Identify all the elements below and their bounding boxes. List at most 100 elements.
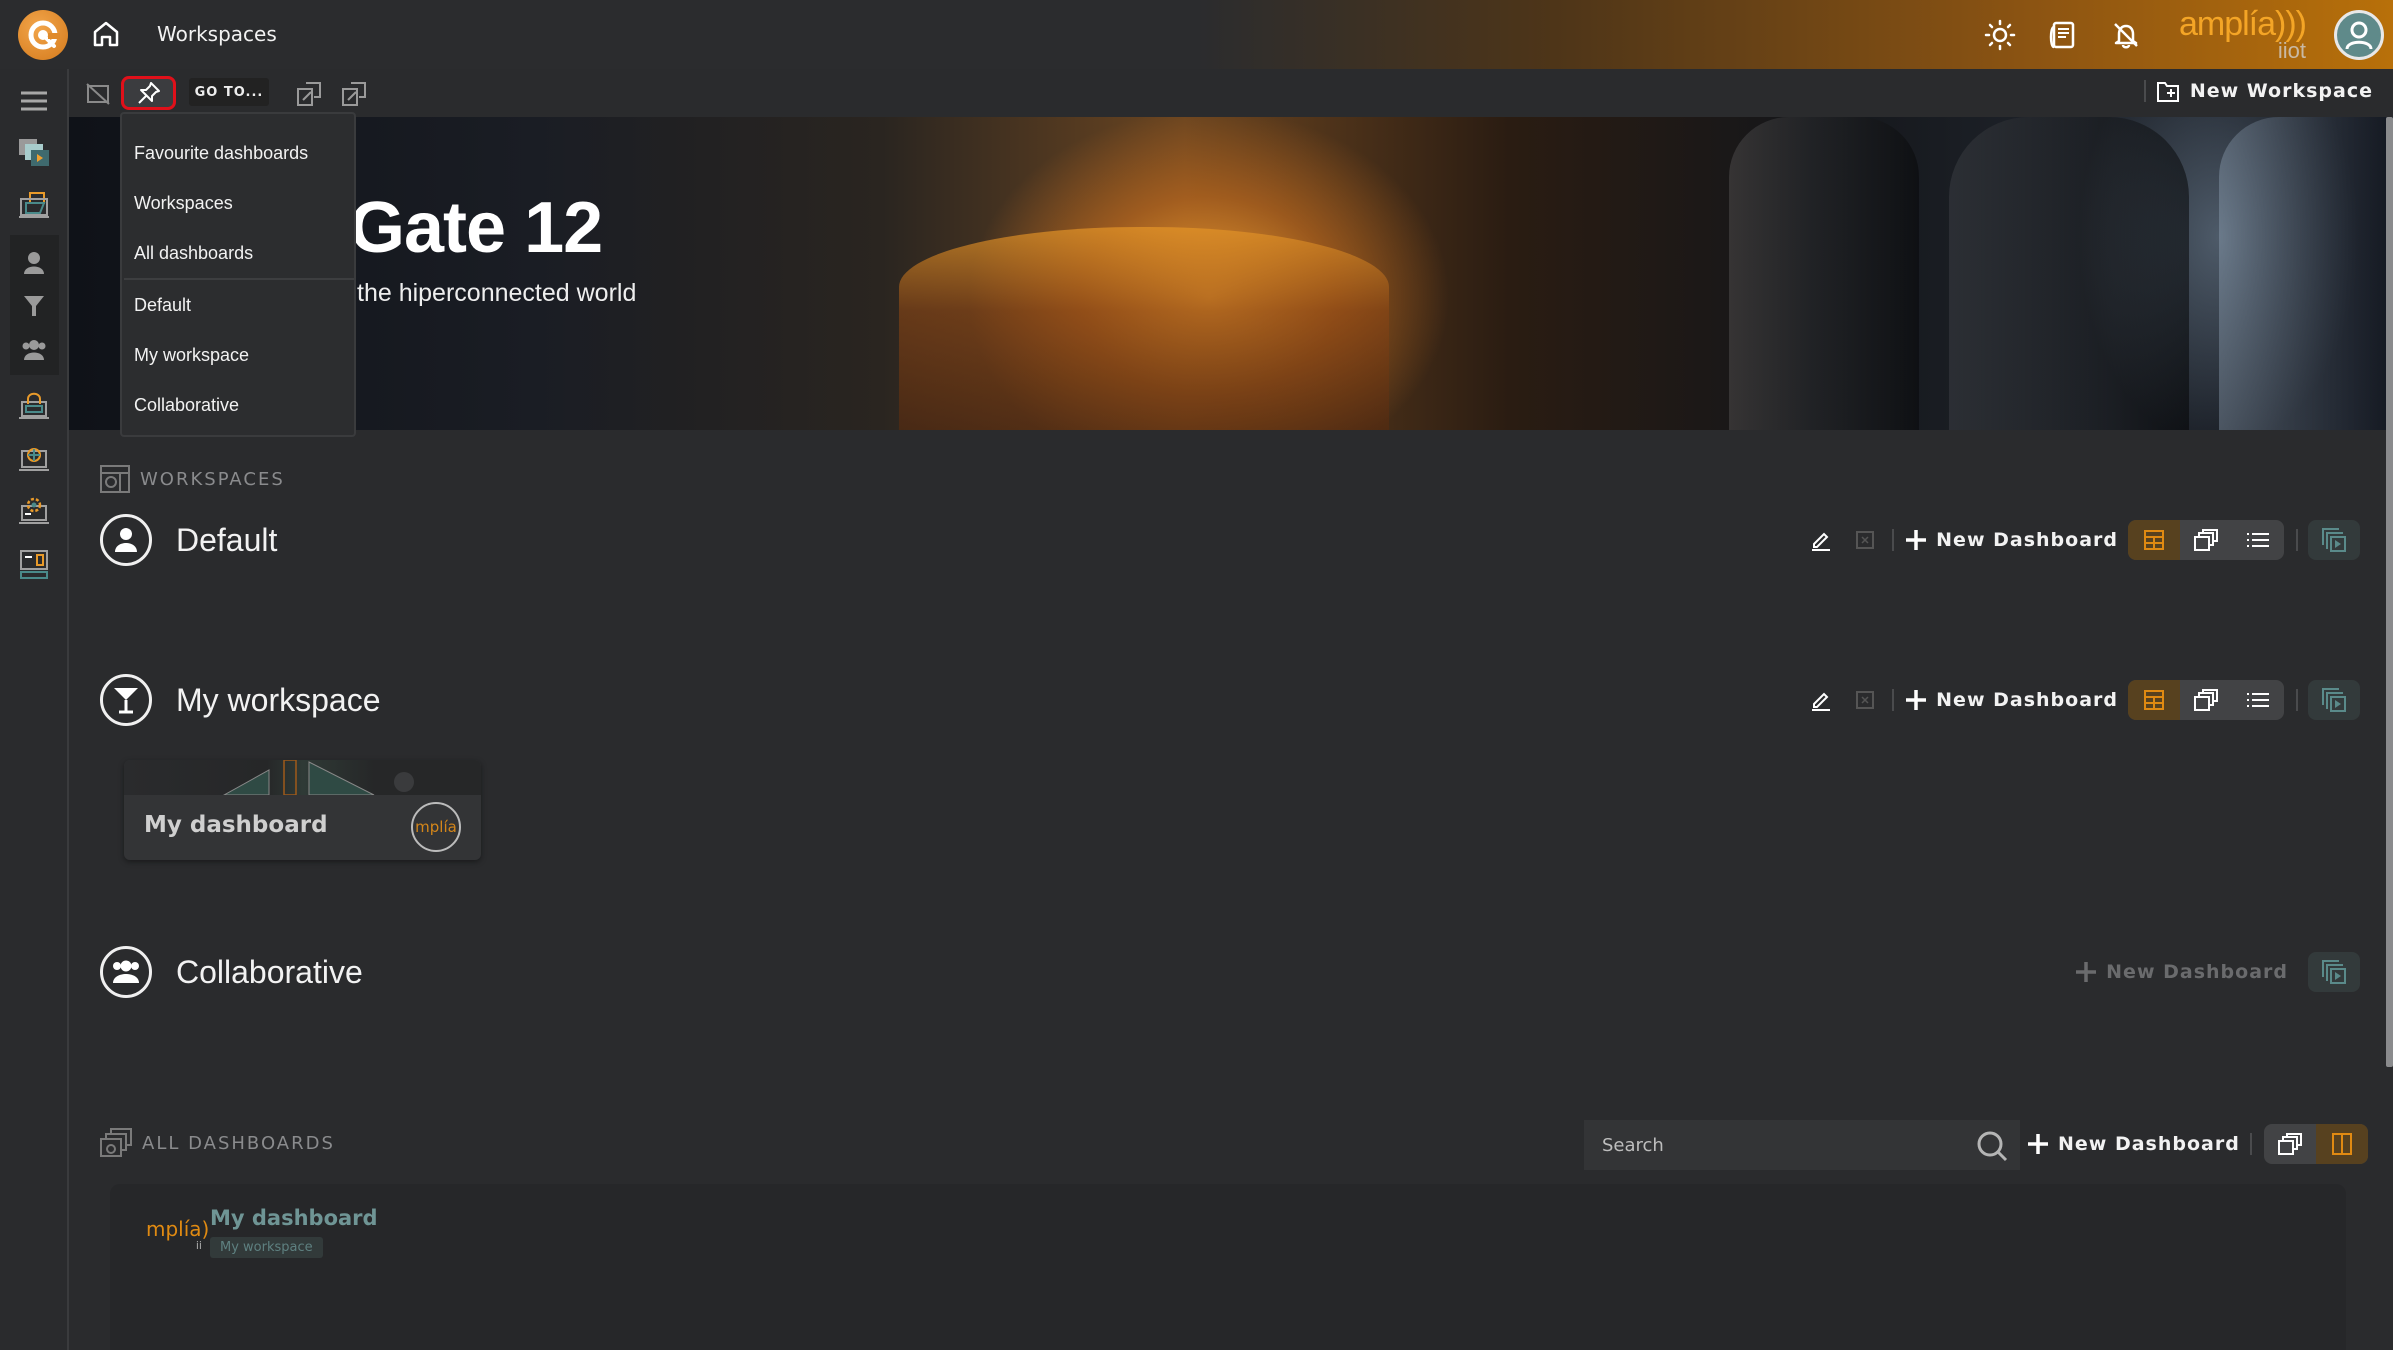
divider [2296,689,2298,711]
all-dashboards-list: mplía) ii My dashboard My workspace [110,1184,2346,1350]
dashboard-list-title[interactable]: My dashboard [210,1206,378,1230]
pin-goto-button[interactable] [121,76,176,110]
user-icon[interactable] [16,245,52,281]
workspace-my-workspace: My workspace New Dashboard [100,674,2360,730]
all-dashboards-icon [100,1128,132,1157]
user-icon [2345,21,2373,50]
filter-icon[interactable] [16,288,52,324]
new-workspace-label: New Workspace [2189,80,2373,102]
user-icon [100,514,152,566]
device-icon[interactable] [16,546,52,582]
dashboard-search [1584,1120,2020,1170]
dashboards-folder-icon[interactable] [16,188,52,224]
export-icon[interactable] [294,79,324,109]
goto-tooltip: GO TO... [189,78,269,106]
menu-item-favourite-dashboards[interactable]: Favourite dashboards [122,128,354,178]
workspace-title: Collaborative [176,954,363,990]
user-avatar[interactable] [2334,10,2384,60]
presentations-icon[interactable] [16,135,52,171]
workspace-title: Default [176,522,278,558]
all-dashboards-section-header: ALL DASHBOARDS [100,1128,335,1158]
grid-view-icon[interactable] [2128,520,2180,560]
cards-view-icon[interactable] [2180,520,2232,560]
list-view-icon[interactable] [2232,680,2284,720]
app-logo-icon[interactable] [18,10,68,60]
workspace-actions: New Dashboard [1804,676,2360,724]
all-dashboards-actions: New Dashboard [2026,1124,2380,1164]
workspace-collaborative: Collaborative New Dashboard [100,946,2360,1002]
documentation-icon[interactable] [2047,19,2079,51]
settings-icon[interactable] [16,493,52,529]
left-sidebar [0,69,69,1350]
delete-icon[interactable] [1848,683,1882,717]
divider [2143,80,2146,102]
workspace-toolbar: GO TO... New Workspace [69,69,2393,117]
menu-item-my-workspace[interactable]: My workspace [122,330,354,380]
new-dashboard-label: New Dashboard [1936,689,2118,711]
presentation-icon[interactable] [2308,520,2360,560]
new-workspace-button[interactable]: New Workspace [2143,79,2373,103]
search-icon[interactable] [1976,1130,2008,1162]
banner-decoration [1949,117,2189,430]
workspaces-section-header: WORKSPACES [100,465,285,493]
menu-icon[interactable] [16,83,52,119]
divider [2249,1133,2252,1155]
new-dashboard-button[interactable]: New Dashboard [2026,1132,2240,1156]
home-icon[interactable] [90,18,122,50]
plus-icon [2076,962,2097,982]
new-dashboard-button[interactable]: New Dashboard [1904,688,2118,712]
menu-item-workspaces[interactable]: Workspaces [122,178,354,228]
banner-decoration [1729,117,1919,430]
new-dashboard-button[interactable]: New Dashboard [2074,960,2288,984]
dashboard-card[interactable]: My dashboard mplía [124,760,481,860]
dashboard-logo: mplía [411,802,461,852]
grid-view-icon[interactable] [2128,680,2180,720]
import-icon[interactable] [339,79,369,109]
plus-icon [1906,530,1927,550]
dashboard-thumbnail [124,760,481,795]
menu-item-all-dashboards[interactable]: All dashboards [122,228,354,278]
security-icon[interactable] [16,387,52,423]
workspaces-icon [100,465,130,493]
divider [1892,689,1895,711]
list-view-icon[interactable] [2232,520,2284,560]
new-dashboard-label: New Dashboard [1936,529,2118,551]
presentation-icon[interactable] [2308,680,2360,720]
page-title: Workspaces [157,22,277,46]
divider [1892,529,1895,551]
new-folder-icon [2156,82,2179,102]
columns-view-icon[interactable] [2315,1124,2368,1164]
workspace-actions: New Dashboard [1804,516,2360,564]
page-scrollbar[interactable] [2386,117,2393,1067]
menu-item-default[interactable]: Default [122,280,354,330]
edit-icon[interactable] [1804,683,1838,717]
edit-icon[interactable] [1804,523,1838,557]
brand-logo: amplía))) iiot [2176,4,2307,62]
monitoring-icon[interactable] [16,440,52,476]
dashboard-logo-sub: ii [195,1239,202,1252]
cards-view-icon[interactable] [2264,1124,2316,1164]
notifications-off-icon[interactable] [2110,19,2142,51]
workspace-actions: New Dashboard [2064,948,2360,996]
view-mode-toggle [2128,520,2284,560]
cards-view-icon[interactable] [2180,680,2232,720]
new-dashboard-button[interactable]: New Dashboard [1904,528,2118,552]
hide-banner-icon[interactable] [83,79,113,109]
group-icon[interactable] [16,332,52,368]
all-dashboards-section-label: ALL DASHBOARDS [142,1132,335,1154]
menu-item-collaborative[interactable]: Collaborative [122,380,354,430]
workspace-badge: My workspace [210,1237,323,1258]
theme-sun-icon[interactable] [1984,19,2016,51]
banner-decoration [899,227,1389,430]
top-bar: Workspaces amplía))) iiot [0,0,2393,69]
goto-menu: Favourite dashboards Workspaces All dash… [120,112,356,437]
delete-icon[interactable] [1848,523,1882,557]
divider [2296,529,2298,551]
search-input[interactable] [1602,1120,1972,1170]
banner-decoration [2219,117,2393,430]
new-dashboard-label: New Dashboard [2058,1133,2240,1155]
dashboard-logo: mplía) ii [146,1218,209,1252]
hero-subtitle: the hiperconnected world [357,279,637,307]
presentation-icon[interactable] [2308,952,2360,992]
group-icon [100,946,152,998]
